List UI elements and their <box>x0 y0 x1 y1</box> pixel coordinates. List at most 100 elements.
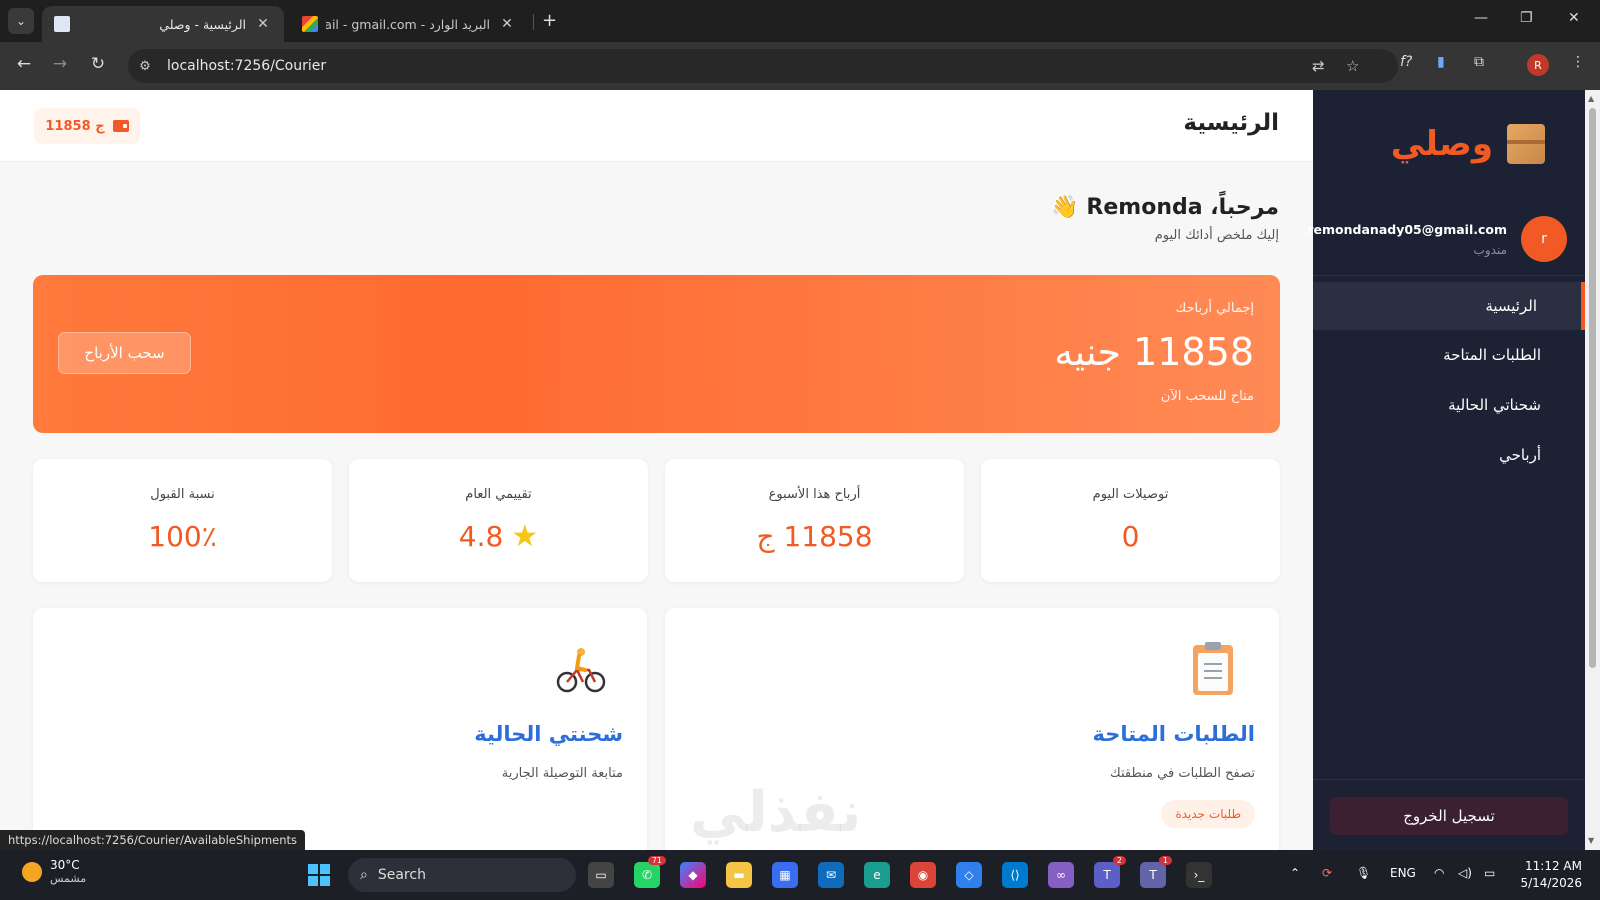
scrollbar-thumb[interactable] <box>1589 108 1596 668</box>
back-icon[interactable]: ← <box>12 54 36 74</box>
main-content: 11858 ج الرئيسية مرحباً، Remonda 👋 إليك … <box>0 90 1313 850</box>
volume-icon[interactable]: ◁) <box>1458 866 1472 880</box>
system-clock[interactable]: 11:12 AM 5/14/2026 <box>1520 858 1582 892</box>
stat-card-rating: تقييمي العام ★ 4.8 <box>349 459 648 582</box>
task-view-icon[interactable]: ▭ <box>588 862 614 888</box>
tab-separator <box>533 14 534 30</box>
visual-studio-icon[interactable]: ∞ <box>1048 862 1074 888</box>
current-shipment-card[interactable]: شحنتي الحالية متابعة التوصيلة الجارية <box>33 608 647 850</box>
edge-icon[interactable]: e <box>864 862 890 888</box>
formula-extension-icon[interactable]: f? <box>1400 54 1412 70</box>
file-explorer-icon[interactable]: ▬ <box>726 862 752 888</box>
close-window-icon[interactable]: ✕ <box>1568 10 1580 26</box>
site-info-icon[interactable]: ⚙ <box>131 52 159 80</box>
logout-button[interactable]: تسجيل الخروج <box>1330 797 1568 835</box>
clipboard-icon <box>1185 642 1241 698</box>
extensions-icon[interactable]: ⧉ <box>1474 54 1484 70</box>
wifi-icon[interactable]: ◠ <box>1434 866 1444 880</box>
clock-date: 5/14/2026 <box>1520 876 1582 890</box>
stat-label: تقييمي العام <box>465 487 532 502</box>
sidebar-item-my-earnings[interactable]: أرباحي <box>1313 431 1585 479</box>
withdraw-earnings-button[interactable]: سحب الأرباح <box>58 332 191 374</box>
restore-icon[interactable]: ❐ <box>1520 10 1533 26</box>
sidebar-item-available-orders[interactable]: الطلبات المتاحة <box>1313 331 1585 379</box>
address-bar[interactable]: ⚙ localhost:7256/Courier ⇄ ☆ <box>128 49 1398 83</box>
tab-gmail[interactable]: البريد الوارد - Gmail - gmail.com@ ✕ <box>290 6 528 42</box>
watermark-text: نفذلي <box>690 780 862 845</box>
sidebar-item-label: الطلبات المتاحة <box>1443 346 1541 364</box>
vscode-icon[interactable]: ⟨⟩ <box>1002 862 1028 888</box>
mic-muted-icon[interactable]: 🎙 <box>1356 866 1371 880</box>
stat-label: أرباح هذا الأسبوع <box>768 487 861 502</box>
user-profile: r remondanady05@gmail.com مندوب <box>1307 200 1585 276</box>
stat-value-row: 0 <box>981 520 1280 553</box>
welcome-section: مرحباً، Remonda 👋 إليك ملخص أدائك اليوم <box>1051 195 1279 243</box>
menu-icon[interactable]: ⋮ <box>1571 54 1585 70</box>
new-orders-badge: طلبات جديدة <box>1161 800 1255 828</box>
brand-name: وصلي <box>1390 124 1493 164</box>
os-taskbar: 30°C مشمس ⌕ Search ▭ ✆ 71 ◆ ▬ ▦ ✉ e ◉ ◇ ⟨… <box>0 850 1600 900</box>
divider <box>1313 779 1585 780</box>
brand-logo[interactable]: وصلي <box>1391 124 1545 164</box>
copilot-icon[interactable]: ◆ <box>680 862 706 888</box>
forward-icon[interactable]: → <box>48 54 72 74</box>
avatar: r <box>1521 216 1567 262</box>
search-label: Search <box>377 867 426 883</box>
weather-condition: مشمس <box>50 872 87 885</box>
chevron-up-icon[interactable]: ⌃ <box>1290 866 1300 880</box>
earnings-label: إجمالي أرباحك <box>1175 301 1254 316</box>
new-tab-button[interactable]: + <box>542 10 557 31</box>
sidebar-item-current-shipments[interactable]: شحناتي الحالية <box>1313 381 1585 429</box>
weather-widget[interactable]: 30°C مشمس <box>22 858 86 885</box>
taskbar-search[interactable]: ⌕ Search <box>348 858 576 892</box>
scroll-down-icon[interactable]: ▼ <box>1588 836 1594 845</box>
stat-label: توصيلات اليوم <box>1092 487 1169 502</box>
bookmark-star-icon[interactable]: ☆ <box>1346 57 1359 75</box>
stat-value-row: ★ 4.8 <box>349 520 648 553</box>
close-tab-icon[interactable]: ✕ <box>498 16 516 32</box>
sidebar: وصلي r remondanady05@gmail.com مندوب الر… <box>1307 90 1585 850</box>
docs-extension-icon[interactable]: ▮ <box>1437 54 1445 70</box>
sync-icon[interactable]: ⟳ <box>1322 866 1332 880</box>
page-favicon-icon <box>54 16 70 32</box>
stat-card-week-earnings: أرباح هذا الأسبوع 11858 ج <box>665 459 964 582</box>
start-button[interactable] <box>308 864 330 886</box>
stat-value: 4.8 <box>458 520 504 553</box>
chrome-icon[interactable]: ◉ <box>910 862 936 888</box>
balance-badge[interactable]: 11858 ج <box>34 108 140 144</box>
outlook-icon[interactable]: ✉ <box>818 862 844 888</box>
translate-icon[interactable]: ⇄ <box>1312 57 1325 75</box>
earnings-amount: 11858 جنيه <box>1054 330 1254 374</box>
current-shipment-title: شحنتي الحالية <box>474 722 623 746</box>
teams-icon[interactable]: T2 <box>1094 856 1126 888</box>
page-scrollbar[interactable]: ▲ ▼ <box>1585 90 1600 850</box>
battery-icon[interactable]: ▭ <box>1484 866 1495 880</box>
tab-wasalli-home[interactable]: الرئيسية - وصلي ✕ <box>42 6 284 42</box>
stat-value: 0 <box>1121 520 1140 553</box>
teams-icon[interactable]: T1 <box>1140 856 1172 888</box>
store-icon[interactable]: ▦ <box>772 862 798 888</box>
stat-card-acceptance-rate: نسبة القبول 100٪ <box>33 459 332 582</box>
scroll-up-icon[interactable]: ▲ <box>1588 94 1594 103</box>
stat-value: 100٪ <box>148 520 217 553</box>
profile-avatar[interactable]: R <box>1527 54 1549 76</box>
reload-icon[interactable]: ↻ <box>86 54 110 74</box>
close-tab-icon[interactable]: ✕ <box>254 16 272 32</box>
terminal-icon[interactable]: ›_ <box>1186 862 1212 888</box>
page-title: الرئيسية <box>1183 110 1279 136</box>
link-status-bar: https://localhost:7256/Courier/Available… <box>0 830 306 850</box>
stat-label: نسبة القبول <box>150 487 215 502</box>
app-icon[interactable]: ◇ <box>956 862 982 888</box>
earnings-banner: إجمالي أرباحك 11858 جنيه متاح للسحب الآن… <box>33 275 1280 433</box>
page-viewport: 11858 ج الرئيسية مرحباً، Remonda 👋 إليك … <box>0 90 1600 850</box>
sidebar-item-home[interactable]: الرئيسية <box>1313 282 1585 330</box>
sidebar-item-label: أرباحي <box>1499 446 1541 464</box>
minimize-icon[interactable]: — <box>1474 10 1488 26</box>
available-orders-title: الطلبات المتاحة <box>1092 722 1255 746</box>
tab-search-button[interactable]: ⌄ <box>8 8 34 34</box>
gmail-icon <box>302 16 318 32</box>
whatsapp-icon[interactable]: ✆ 71 <box>634 856 666 888</box>
package-icon <box>1507 124 1545 164</box>
star-icon: ★ <box>511 518 539 554</box>
language-indicator[interactable]: ENG <box>1390 866 1416 880</box>
